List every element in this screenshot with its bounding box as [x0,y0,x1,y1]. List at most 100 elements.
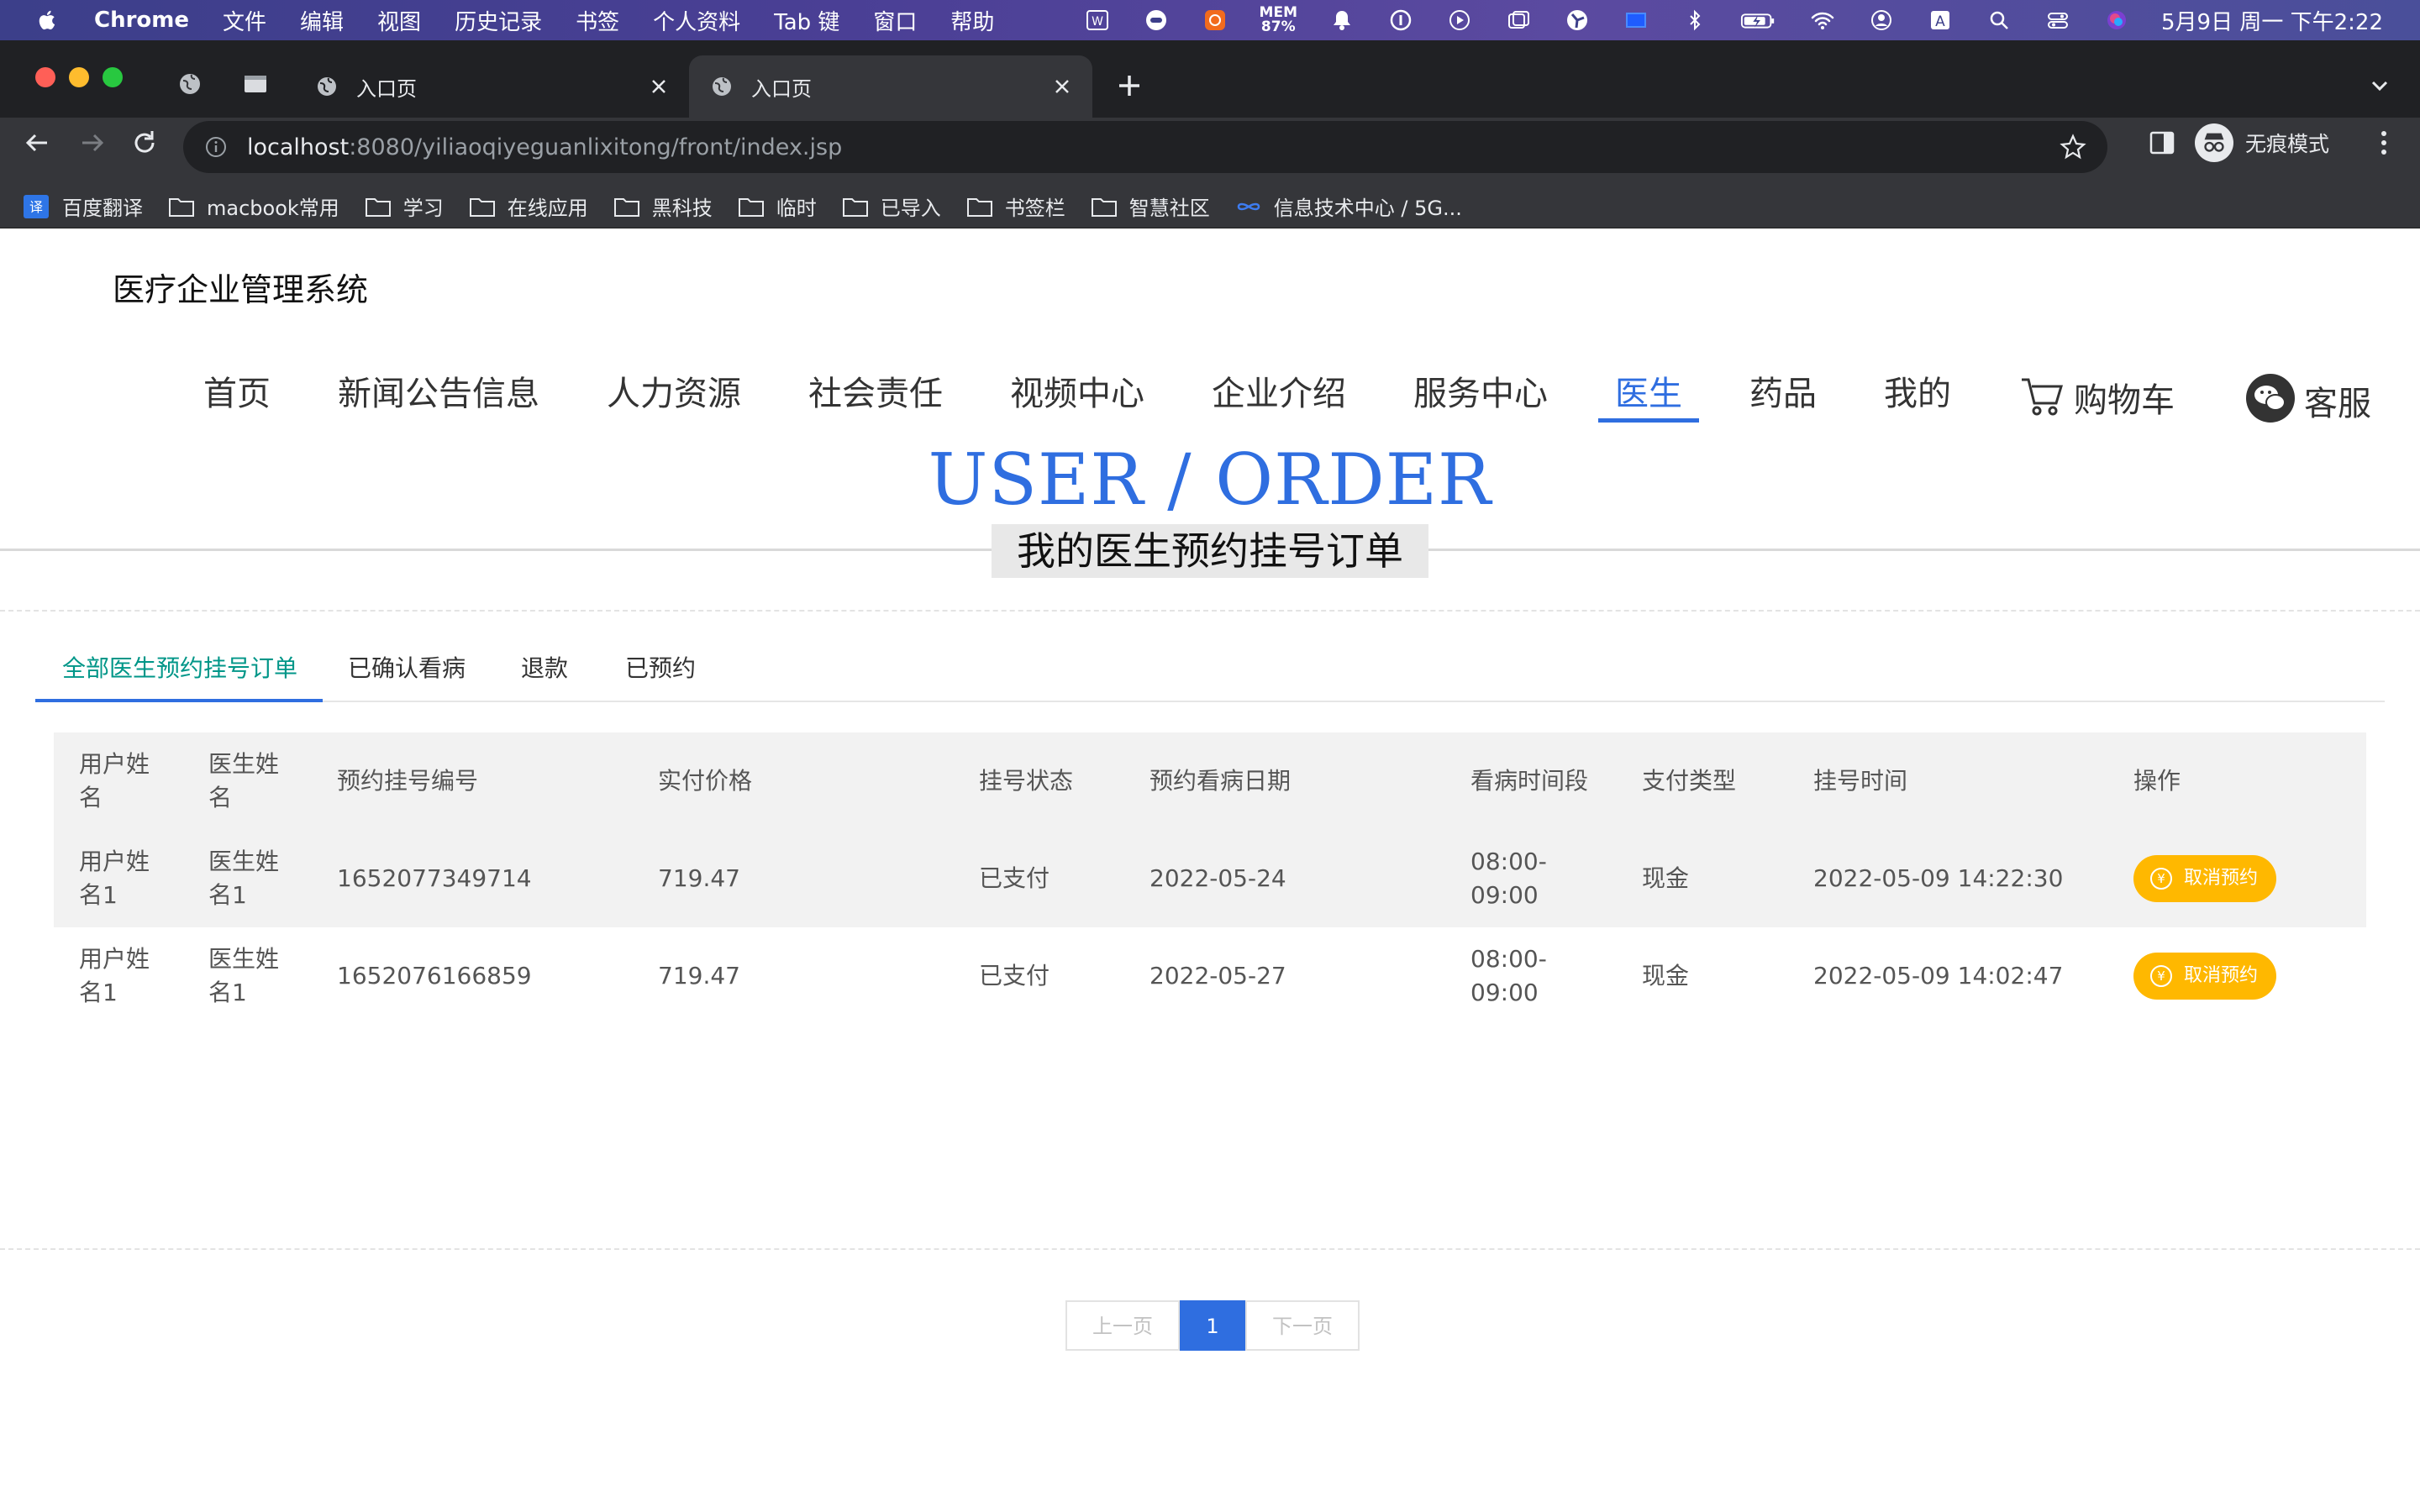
menubar-clock[interactable]: 5月9日 周一 下午2:22 [2161,5,2383,36]
user-icon[interactable] [1867,6,1896,34]
menu-history[interactable]: 历史记录 [455,5,542,36]
reload-icon[interactable] [128,126,161,160]
bookmark-label: 百度翻译 [62,197,143,220]
tab-title: 入口页 [751,76,812,101]
cell-doctor: 医生姓名1 [183,927,312,1025]
window-close-button[interactable] [35,67,55,87]
nav-about[interactable]: 企业介绍 [1212,366,1346,422]
more-menu-icon[interactable] [2371,126,2396,160]
onepassword-icon[interactable] [1386,6,1415,34]
bookmark-baidu-translate[interactable]: 译 百度翻译 [24,192,143,221]
menu-view[interactable]: 视图 [377,5,421,36]
back-arrow-icon[interactable] [20,126,54,160]
prev-page-button[interactable]: 上一页 [1065,1300,1180,1351]
screen-icon[interactable] [1622,6,1650,34]
window-minimize-button[interactable] [69,67,89,87]
close-icon[interactable] [649,76,669,97]
forward-arrow-icon[interactable] [76,126,109,160]
pinned-tab-globe-icon[interactable] [176,71,203,97]
input-method-icon[interactable]: A [1926,6,1954,34]
cancel-booking-button[interactable]: ¥ 取消预约 [2133,953,2277,1000]
menu-profiles[interactable]: 个人资料 [653,5,740,36]
bell-icon[interactable] [1328,6,1356,34]
incognito-indicator[interactable]: 无痕模式 [2195,123,2329,163]
side-panel-icon[interactable] [2147,128,2177,158]
bookmark-folder-study[interactable]: 学习 [365,192,444,221]
menu-help[interactable]: 帮助 [950,5,994,36]
menu-bookmarks[interactable]: 书签 [576,5,619,36]
nav-cart[interactable]: 购物车 [2018,373,2175,428]
tab-booked[interactable]: 已预约 [625,650,696,684]
pinned-tab-window-icon[interactable] [242,71,269,97]
bookmark-folder-tech[interactable]: 黑科技 [613,192,713,221]
address-bar[interactable]: localhost:8080/yiliaoqiyeguanlixitong/fr… [183,121,2107,173]
fan-icon[interactable] [1563,6,1591,34]
memory-indicator[interactable]: MEM 87% [1260,6,1297,34]
window-zoom-button[interactable] [103,67,123,87]
site-info-icon[interactable] [203,134,229,160]
cell-price: 719.47 [633,927,954,1025]
tab-search-chevron-icon[interactable] [2366,72,2393,99]
svg-text:W: W [1092,15,1103,29]
battery-icon[interactable] [1739,6,1778,34]
nav-news[interactable]: 新闻公告信息 [338,366,539,422]
menu-window[interactable]: 窗口 [873,5,917,36]
bookmark-folder-temp[interactable]: 临时 [738,192,817,221]
nav-active-underline [1598,418,1699,423]
bookmark-label: 在线应用 [507,197,588,220]
globe-icon [318,77,336,96]
control-center-icon[interactable] [2044,6,2072,34]
bookmark-folder-bookmarks-bar[interactable]: 书签栏 [966,192,1065,221]
nav-social[interactable]: 社会责任 [808,366,943,422]
cell-user: 用户姓名1 [54,830,183,927]
nav-home[interactable]: 首页 [203,366,271,422]
nav-service[interactable]: 服务中心 [1413,366,1548,422]
menu-edit[interactable]: 编辑 [300,5,344,36]
cell-price: 719.47 [633,830,954,927]
next-page-button[interactable]: 下一页 [1245,1300,1360,1351]
nav-medicine[interactable]: 药品 [1749,366,1817,422]
menu-file[interactable]: 文件 [223,5,266,36]
menu-app-chrome[interactable]: Chrome [94,8,189,33]
wps-icon[interactable]: W [1083,6,1112,34]
cell-time-slot: 08:00-09:00 [1445,927,1617,1025]
siri-icon[interactable] [2102,6,2131,34]
search-icon[interactable] [1985,6,2013,34]
play-icon[interactable] [1445,6,1474,34]
bookmark-folder-imported[interactable]: 已导入 [842,192,941,221]
col-action: 操作 [2108,732,2366,830]
folder-icon [842,197,868,217]
bookmark-it-center[interactable]: 信息技术中心 / 5G... [1235,192,1462,221]
tab-all-orders[interactable]: 全部医生预约挂号订单 [62,650,297,684]
page-1-button[interactable]: 1 [1180,1300,1245,1351]
menu-tab[interactable]: Tab 键 [774,5,839,36]
globe-icon [713,77,731,96]
toggle-icon[interactable] [1142,6,1171,34]
close-icon[interactable] [1052,76,1072,97]
svg-text:A: A [1935,13,1945,30]
bookmark-folder-smart-community[interactable]: 智慧社区 [1091,192,1210,221]
new-tab-plus-icon[interactable] [1113,69,1146,102]
nav-hr[interactable]: 人力资源 [607,366,741,422]
bluetooth-icon[interactable] [1681,6,1709,34]
bookmark-star-icon[interactable] [2059,133,2087,161]
wifi-icon[interactable] [1808,6,1837,34]
cell-action: ¥ 取消预约 [2108,927,2366,1025]
bookmark-folder-macbook[interactable]: macbook常用 [168,192,339,221]
nav-mine[interactable]: 我的 [1884,366,1951,422]
app-orange-icon[interactable] [1201,6,1229,34]
apple-icon[interactable] [34,6,62,34]
bookmark-folder-online-apps[interactable]: 在线应用 [469,192,588,221]
tab-entry-2-active[interactable]: 入口页 [689,55,1092,118]
nav-customer-service[interactable]: 客服 [2245,373,2371,428]
tab-confirmed[interactable]: 已确认看病 [348,650,466,684]
tab-refund[interactable]: 退款 [521,650,568,684]
cancel-booking-button[interactable]: ¥ 取消预约 [2133,855,2277,902]
table-row: 用户姓名1 医生姓名1 1652077349714 719.47 已支付 202… [54,830,2366,927]
folder-icon [469,197,495,217]
macos-menubar: Chrome 文件 编辑 视图 历史记录 书签 个人资料 Tab 键 窗口 帮助… [0,0,2420,40]
nav-doctor[interactable]: 医生 [1615,366,1682,422]
tab-entry-1[interactable]: 入口页 [294,55,689,118]
windows-icon[interactable] [1504,6,1533,34]
nav-video[interactable]: 视频中心 [1010,366,1144,422]
